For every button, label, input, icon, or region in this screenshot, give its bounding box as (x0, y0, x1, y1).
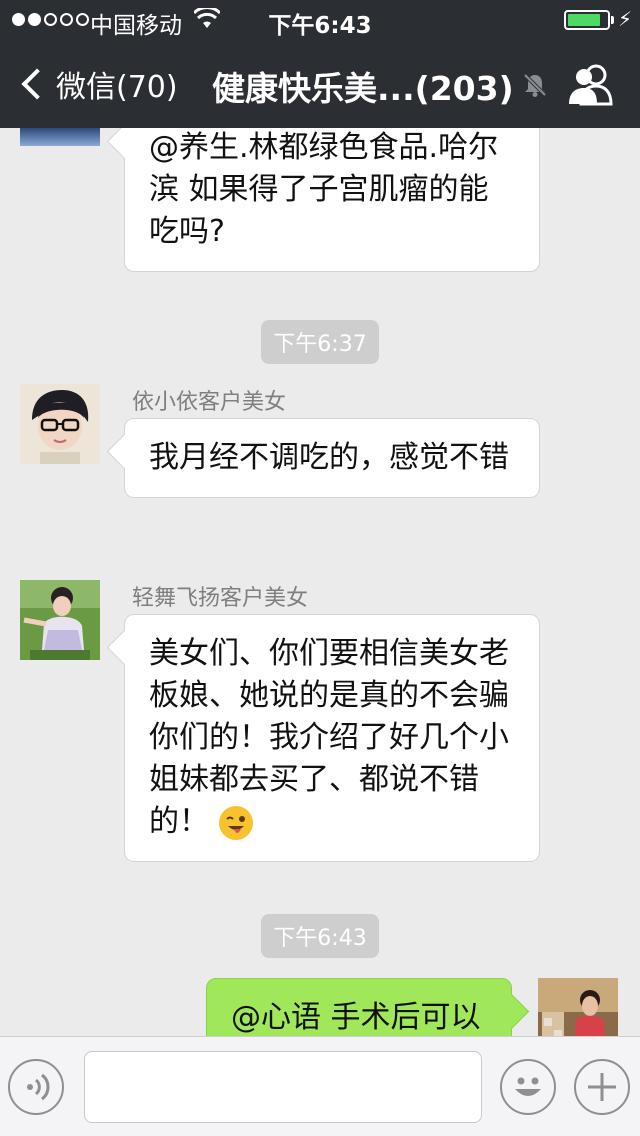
message-bubble[interactable]: 我月经不调吃的，感觉不错 (124, 418, 540, 498)
voice-button[interactable] (8, 1059, 64, 1115)
message-text: @心语 手术后可以 (231, 1000, 481, 1035)
message-text: 我月经不调吃的，感觉不错 (149, 440, 509, 475)
top-bar: 中国移动 下午6:43 ⚡ 微信(70) 健康快乐美...(203) (0, 0, 640, 128)
winking-tongue-emoji-icon (218, 805, 253, 840)
timestamp: 下午6:37 (0, 320, 640, 364)
sender-name: 依小依客户美女 (132, 390, 287, 415)
battery-icon (564, 10, 610, 30)
group-members-icon[interactable] (566, 62, 614, 106)
timestamp: 下午6:43 (0, 914, 640, 958)
plus-button[interactable] (574, 1059, 630, 1115)
message-bubble[interactable]: @养生.林都绿色食品.哈尔滨 如果得了子宫肌瘤的能吃吗? (124, 128, 540, 272)
status-bar: 中国移动 下午6:43 ⚡ (0, 0, 640, 40)
voice-icon (27, 1073, 50, 1101)
emoji-face-icon (515, 1077, 541, 1096)
avatar[interactable] (20, 384, 100, 464)
chat-area[interactable]: @养生.林都绿色食品.哈尔滨 如果得了子宫肌瘤的能吃吗? 下午6:37 依小依客… (0, 128, 640, 1036)
message-bubble[interactable]: @心语 手术后可以 (206, 978, 512, 1036)
battery-tip (611, 16, 614, 24)
message-input[interactable] (84, 1051, 482, 1123)
battery-fill (568, 14, 600, 26)
avatar[interactable] (20, 128, 100, 146)
input-bar (0, 1036, 640, 1136)
avatar-image (20, 384, 100, 464)
back-button[interactable]: 微信(70) (18, 62, 178, 106)
chat-title: 健康快乐美...(203) (212, 69, 514, 108)
message-text: @养生.林都绿色食品.哈尔滨 如果得了子宫肌瘤的能吃吗? (149, 130, 499, 249)
avatar[interactable] (538, 978, 618, 1036)
message-bubble[interactable]: 美女们、你们要相信美女老板娘、她说的是真的不会骗你们的！我介绍了好几个小姐妹都去… (124, 614, 540, 862)
chevron-left-icon (21, 68, 53, 100)
mute-bell-icon (523, 73, 547, 97)
charging-icon: ⚡ (618, 7, 633, 31)
emoji-button[interactable] (500, 1059, 556, 1115)
timestamp-label: 下午6:37 (261, 320, 379, 364)
sender-name: 轻舞飞扬客户美女 (132, 586, 309, 611)
back-label: 微信(70) (56, 70, 178, 105)
status-time: 下午6:43 (268, 13, 372, 39)
avatar-image (538, 978, 618, 1036)
avatar[interactable] (20, 580, 100, 660)
plus-icon (588, 1073, 616, 1101)
message-text: 美女们、你们要相信美女老板娘、她说的是真的不会骗你们的！我介绍了好几个小姐妹都去… (149, 636, 509, 839)
avatar-image (20, 580, 100, 660)
nav-bar: 微信(70) 健康快乐美...(203) (0, 40, 640, 128)
timestamp-label: 下午6:43 (261, 914, 379, 958)
